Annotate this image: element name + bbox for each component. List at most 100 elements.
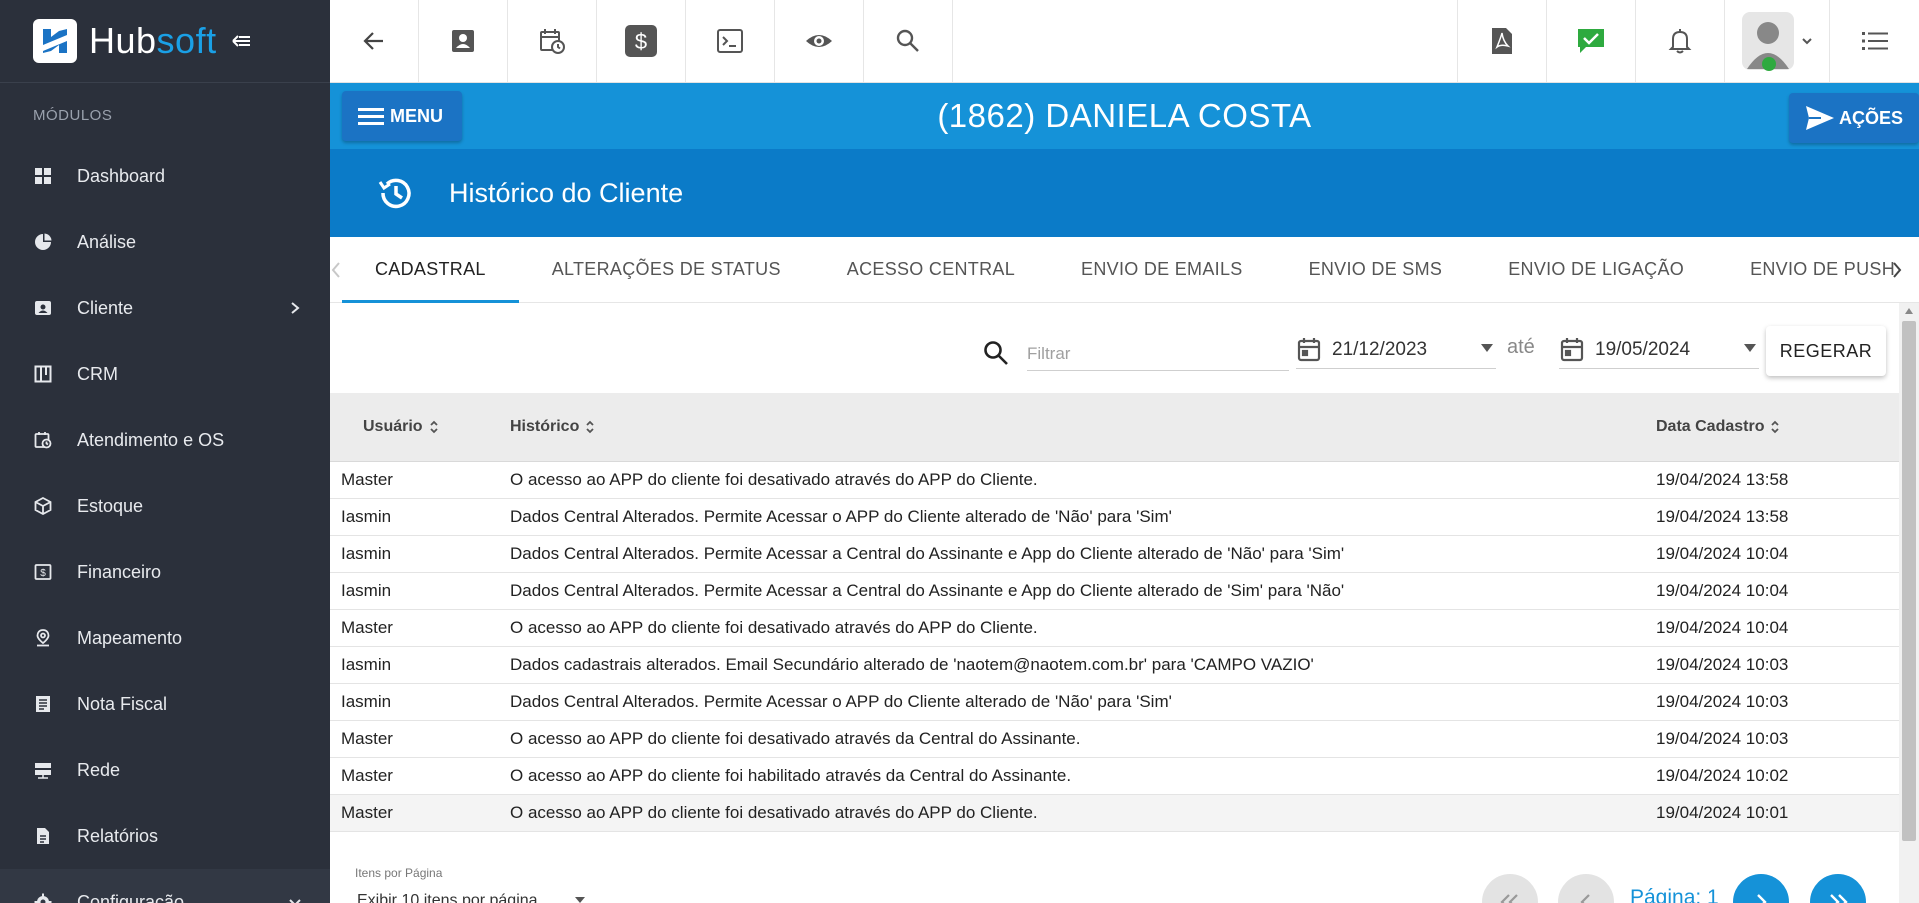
double-chevron-left-icon xyxy=(1500,894,1518,903)
column-header-date[interactable]: Data Cadastro xyxy=(1644,418,1899,436)
sidebar-item-nota-fiscal[interactable]: Nota Fiscal xyxy=(0,671,330,737)
sidebar-item-configuracao[interactable]: Configuração xyxy=(0,869,330,903)
cell-date: 19/04/2024 10:02 xyxy=(1656,766,1789,785)
previous-page-button[interactable] xyxy=(1558,874,1614,903)
search-button[interactable] xyxy=(864,0,953,82)
collapse-sidebar-icon[interactable] xyxy=(229,29,253,53)
search-icon xyxy=(984,341,1008,365)
sidebar-item-analise[interactable]: Análise xyxy=(0,209,330,275)
table-row[interactable]: Master O acesso ao APP do cliente foi de… xyxy=(330,721,1899,758)
table-row[interactable]: Master O acesso ao APP do cliente foi ha… xyxy=(330,758,1899,795)
cell-user: Iasmin xyxy=(341,544,392,563)
cell-user: Master xyxy=(341,803,393,822)
sidebar-item-financeiro[interactable]: $ Financeiro xyxy=(0,539,330,605)
sidebar-item-label: Cliente xyxy=(77,297,134,318)
table-row[interactable]: Master O acesso ao APP do cliente foi de… xyxy=(330,610,1899,647)
sidebar-item-label: Estoque xyxy=(77,495,144,516)
table-row[interactable]: Iasmin Dados Central Alterados. Permite … xyxy=(330,536,1899,573)
sidebar-item-relatorios[interactable]: Relatórios xyxy=(0,803,330,869)
cell-history: Dados Central Alterados. Permite Acessar… xyxy=(510,544,1345,563)
column-header-history[interactable]: Histórico xyxy=(498,418,1644,436)
tab-envio-emails[interactable]: ENVIO DE EMAILS xyxy=(1048,237,1276,303)
scheduling-button[interactable] xyxy=(508,0,597,82)
next-page-button[interactable] xyxy=(1733,874,1789,903)
scrollbar-thumb[interactable] xyxy=(1902,321,1916,841)
items-per-page-select[interactable]: Exibir 10 itens por página xyxy=(357,890,592,903)
client-card-button[interactable] xyxy=(419,0,508,82)
contact-card-icon xyxy=(452,30,474,52)
tab-envio-ligacao[interactable]: ENVIO DE LIGAÇÃO xyxy=(1475,237,1717,303)
chevron-down-icon xyxy=(289,899,301,903)
sidebar-item-crm[interactable]: CRM xyxy=(0,341,330,407)
column-header-user[interactable]: Usuário xyxy=(330,418,498,436)
modules-section-title: MÓDULOS xyxy=(33,107,113,124)
list-menu-button[interactable] xyxy=(1830,0,1919,82)
table-row[interactable]: Iasmin Dados Central Alterados. Permite … xyxy=(330,499,1899,536)
regenerate-button[interactable]: REGERAR xyxy=(1766,326,1886,376)
view-button[interactable] xyxy=(775,0,864,82)
back-button[interactable] xyxy=(330,0,419,82)
client-bar: MENU (1862) DANIELA COSTA AÇÕES xyxy=(330,83,1919,149)
sidebar-item-dashboard[interactable]: Dashboard xyxy=(0,143,330,209)
cell-history: Dados Central Alterados. Permite Acessar… xyxy=(510,581,1345,600)
tasks-button[interactable] xyxy=(1547,0,1636,82)
table-row[interactable]: Master O acesso ao APP do cliente foi de… xyxy=(330,462,1899,499)
sidebar-item-label: Rede xyxy=(77,759,121,780)
sort-icon xyxy=(1771,420,1780,434)
sidebar-item-cliente[interactable]: Cliente xyxy=(0,275,330,341)
sidebar-item-estoque[interactable]: Estoque xyxy=(0,473,330,539)
tabs-scroll-left[interactable] xyxy=(330,237,342,303)
first-page-button[interactable] xyxy=(1482,874,1538,903)
svg-text:$: $ xyxy=(635,29,647,54)
send-icon xyxy=(1806,106,1834,130)
tabs-scroll-right[interactable] xyxy=(1875,237,1919,303)
cell-date: 19/04/2024 10:03 xyxy=(1656,692,1789,711)
sidebar-item-atendimento[interactable]: Atendimento e OS xyxy=(0,407,330,473)
sidebar-item-mapeamento[interactable]: Mapeamento xyxy=(0,605,330,671)
sidebar-item-label: CRM xyxy=(77,363,118,384)
table-header: Usuário Histórico Data Cadastro xyxy=(330,393,1899,462)
cell-date: 19/04/2024 13:58 xyxy=(1656,470,1789,489)
financial-button[interactable]: $ xyxy=(597,0,686,82)
table-row[interactable]: Iasmin Dados cadastrais alterados. Email… xyxy=(330,647,1899,684)
date-to-field[interactable]: 19/05/2024 xyxy=(1559,331,1759,369)
hubsoft-logo[interactable] xyxy=(33,19,77,63)
caret-down-icon xyxy=(1481,344,1493,352)
tab-acesso-central[interactable]: ACESSO CENTRAL xyxy=(814,237,1048,303)
search-icon xyxy=(896,29,919,52)
kanban-icon xyxy=(33,364,53,384)
sidebar-item-rede[interactable]: Rede xyxy=(0,737,330,803)
cell-history: O acesso ao APP do cliente foi desativad… xyxy=(510,618,1038,637)
chevron-right-icon xyxy=(1893,262,1902,278)
chevron-left-icon xyxy=(1580,894,1590,903)
table-row[interactable]: Iasmin Dados Central Alterados. Permite … xyxy=(330,684,1899,721)
user-menu-button[interactable] xyxy=(1725,0,1830,82)
table-row[interactable]: Master O acesso ao APP do cliente foi de… xyxy=(330,795,1899,832)
date-from-field[interactable]: 21/12/2023 xyxy=(1296,331,1496,369)
cell-date: 19/04/2024 10:03 xyxy=(1656,729,1789,748)
chevron-right-icon xyxy=(1757,894,1767,903)
table-row[interactable]: Iasmin Dados Central Alterados. Permite … xyxy=(330,573,1899,610)
cell-date: 19/04/2024 10:03 xyxy=(1656,655,1789,674)
tab-alteracoes-status[interactable]: ALTERAÇÕES DE STATUS xyxy=(519,237,814,303)
tab-cadastral[interactable]: CADASTRAL xyxy=(342,237,519,303)
cell-date: 19/04/2024 13:58 xyxy=(1656,507,1789,526)
cell-user: Master xyxy=(341,470,393,489)
server-icon xyxy=(33,760,53,780)
receipt-icon xyxy=(33,694,53,714)
cell-history: Dados cadastrais alterados. Email Secund… xyxy=(510,655,1314,674)
last-page-button[interactable] xyxy=(1810,874,1866,903)
pdf-button[interactable] xyxy=(1458,0,1547,82)
sidebar-item-label: Configuração xyxy=(77,891,185,903)
content-scrollbar[interactable] xyxy=(1899,303,1919,903)
filter-input[interactable] xyxy=(1027,337,1289,371)
history-table: Usuário Histórico Data Cadastro Master O… xyxy=(330,393,1899,832)
notifications-button[interactable] xyxy=(1636,0,1725,82)
scroll-up-arrow-icon[interactable] xyxy=(1904,307,1914,315)
money-icon: $ xyxy=(625,25,657,57)
items-per-page-value: Exibir 10 itens por página xyxy=(357,891,538,903)
actions-button[interactable]: AÇÕES xyxy=(1789,93,1919,143)
tab-envio-sms[interactable]: ENVIO DE SMS xyxy=(1276,237,1476,303)
cell-date: 19/04/2024 10:04 xyxy=(1656,544,1789,563)
terminal-button[interactable] xyxy=(686,0,775,82)
